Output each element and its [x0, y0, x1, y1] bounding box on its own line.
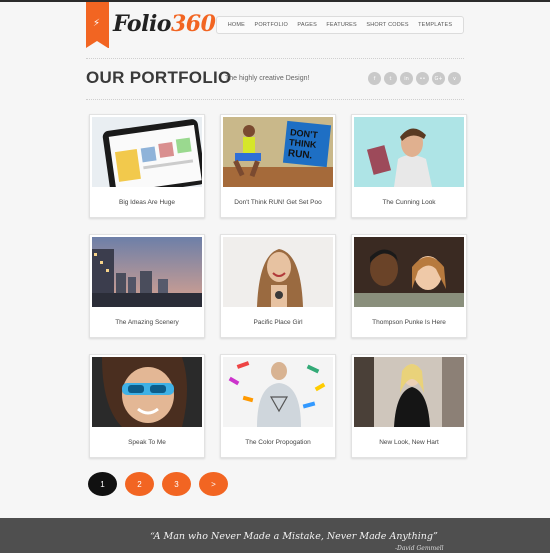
portfolio-item[interactable]: The Amazing Scenery [89, 234, 205, 338]
portfolio-caption: Thompson Punke Is Here [372, 318, 446, 326]
portfolio-image-girl [223, 237, 333, 307]
footer-quote-author: -David Gemmell [395, 545, 444, 552]
portfolio-caption: Don't Think RUN! Get Set Poo [234, 198, 322, 206]
top-border [0, 0, 550, 2]
quote-footer: “A Man who Never Made a Mistake, Never M… [0, 518, 550, 553]
header-divider [86, 58, 464, 59]
logo-badge[interactable]: ⚡ [86, 2, 109, 48]
portfolio-image-runner: DON'T THINK RUN. [223, 117, 333, 187]
title-divider [86, 99, 464, 100]
portfolio-caption: Big Ideas Are Huge [118, 198, 175, 206]
portfolio-image-fashion [354, 357, 464, 427]
nav-item-portfolio[interactable]: PORTFOLIO [254, 22, 287, 28]
portfolio-item[interactable]: Pacific Place Girl [220, 234, 336, 338]
lightning-bolt-icon: ⚡ [93, 18, 101, 29]
page-subtitle: The highly creative Design! [225, 75, 310, 82]
twitter-icon[interactable]: t [384, 72, 397, 85]
page-2-button[interactable]: 2 [125, 472, 154, 496]
portfolio-image-tablet [92, 117, 202, 187]
page-header: OUR PORTFOLIO The highly creative Design… [86, 68, 309, 88]
flickr-icon[interactable]: •• [416, 72, 429, 85]
nav-item-features[interactable]: FEATURES [326, 22, 357, 28]
nav-item-home[interactable]: HOME [228, 22, 245, 28]
vimeo-icon[interactable]: v [448, 72, 461, 85]
portfolio-caption: The Amazing Scenery [115, 318, 179, 326]
main-nav: HOME PORTFOLIO PAGES FEATURES SHORT CODE… [216, 16, 464, 34]
portfolio-item[interactable]: The Cunning Look [351, 114, 467, 218]
portfolio-item[interactable]: New Look, New Hart [351, 354, 467, 458]
portfolio-caption: Pacific Place Girl [253, 318, 303, 326]
page-1-button[interactable]: 1 [88, 472, 117, 496]
portfolio-item[interactable]: Speak To Me [89, 354, 205, 458]
next-page-button[interactable]: > [199, 472, 228, 496]
nav-item-pages[interactable]: PAGES [297, 22, 317, 28]
portfolio-item[interactable]: The Color Propogation [220, 354, 336, 458]
facebook-icon[interactable]: f [368, 72, 381, 85]
pagination: 1 2 3 > [88, 472, 228, 496]
portfolio-item[interactable]: Big Ideas Are Huge [89, 114, 205, 218]
logo-wordmark[interactable]: Folio360 [113, 11, 216, 37]
portfolio-item[interactable]: Thompson Punke Is Here [351, 234, 467, 338]
social-links: f t in •• G+ v [368, 72, 461, 85]
portfolio-image-sunglasses [92, 357, 202, 427]
googleplus-icon[interactable]: G+ [432, 72, 445, 85]
portfolio-caption: The Color Propogation [245, 438, 311, 446]
portfolio-image-city [92, 237, 202, 307]
portfolio-image-color [223, 357, 333, 427]
portfolio-image-friends [354, 237, 464, 307]
nav-item-templates[interactable]: TEMPLATES [418, 22, 452, 28]
footer-quote: “A Man who Never Made a Mistake, Never M… [150, 531, 438, 542]
page-3-button[interactable]: 3 [162, 472, 191, 496]
page-title: OUR PORTFOLIO [86, 68, 232, 87]
linkedin-icon[interactable]: in [400, 72, 413, 85]
logo-number: 360 [170, 11, 216, 37]
portfolio-caption: The Cunning Look [382, 198, 436, 206]
nav-item-short-codes[interactable]: SHORT CODES [366, 22, 408, 28]
logo-word: Folio [113, 11, 171, 37]
portfolio-image-man [354, 117, 464, 187]
portfolio-item[interactable]: DON'T THINK RUN. Don't Think RUN! Get Se… [220, 114, 336, 218]
portfolio-caption: New Look, New Hart [379, 438, 439, 446]
portfolio-caption: Speak To Me [128, 438, 166, 446]
logo-badge-notch [86, 41, 108, 48]
